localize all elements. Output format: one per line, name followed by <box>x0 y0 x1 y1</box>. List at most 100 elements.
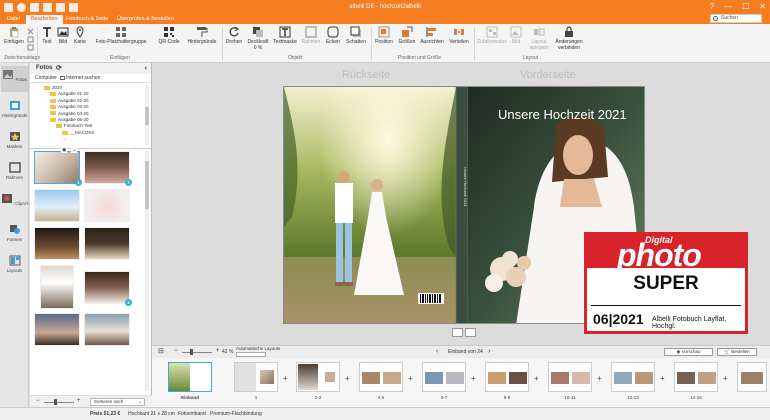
photo-thumbnail[interactable]: 1 <box>84 151 132 186</box>
text-button[interactable]: Text <box>40 26 54 45</box>
collapse-timeline-icon[interactable]: ⊟ <box>158 347 164 355</box>
zoom-out-icon[interactable]: − <box>174 348 178 354</box>
sort-select[interactable]: Sortieren nach ⌄ <box>90 398 145 406</box>
preview-button[interactable]: ◉ Vorschau <box>664 348 713 356</box>
photo-thumbnail[interactable] <box>34 313 80 346</box>
spine-options-button[interactable] <box>465 328 476 337</box>
timeline-page-next[interactable] <box>737 362 767 392</box>
mirror-layout-button[interactable]: Layout spiegeln <box>526 26 552 51</box>
frame-button[interactable]: Rahmen <box>300 26 322 45</box>
folder-icon <box>50 111 56 116</box>
slider-handle[interactable] <box>190 349 193 355</box>
timeline-label: 1 <box>254 395 258 400</box>
timeline-label: 4-5 <box>377 395 385 400</box>
eye-icon[interactable]: ◉ <box>61 147 68 153</box>
add-page-icon[interactable]: + <box>345 374 350 383</box>
photo-thumbnail[interactable] <box>84 189 130 222</box>
photo-thumbnail[interactable] <box>84 227 130 260</box>
auto-layout-toggle[interactable]: Automatische Layouts <box>236 346 280 357</box>
timeline-page-6-7[interactable] <box>422 362 466 392</box>
tool-layouts[interactable]: Layouts <box>1 252 28 278</box>
folder-item[interactable]: … <box>44 136 151 142</box>
photo-placeholder-group-button[interactable]: Foto-Platzhaltergruppe <box>90 26 152 45</box>
tool-shapes[interactable]: Formen <box>1 221 28 247</box>
order-button[interactable]: 🛒 Bestellen <box>717 348 757 356</box>
photo-thumbnail[interactable] <box>40 265 74 309</box>
add-page-icon[interactable]: + <box>597 374 602 383</box>
tool-backgrounds[interactable]: Hintergründe <box>1 97 28 123</box>
add-page-icon[interactable]: + <box>283 374 288 383</box>
close-button[interactable]: ✕ <box>759 2 766 12</box>
layout-image-button[interactable]: Bild <box>509 26 523 45</box>
corners-button[interactable]: Ecken <box>324 26 342 45</box>
tab-datei[interactable]: Datei <box>2 15 25 24</box>
qr-code-button[interactable]: QR-Code <box>155 26 183 45</box>
timeline-page-2-3[interactable] <box>296 362 340 392</box>
add-page-icon[interactable]: + <box>534 374 539 383</box>
tool-frames[interactable]: Rahmen <box>1 159 28 185</box>
clipboard-small-icons[interactable] <box>27 27 35 53</box>
add-page-icon[interactable]: + <box>723 374 728 383</box>
backgrounds-button[interactable]: Hintergründe <box>185 26 219 45</box>
tab-bearbeiten[interactable]: Bearbeiten <box>26 15 63 24</box>
photos-scrollbar[interactable] <box>145 151 149 391</box>
timeline-page-12-13[interactable] <box>611 362 655 392</box>
prev-page-icon[interactable]: ‹ <box>436 348 438 355</box>
add-page-icon[interactable]: + <box>660 374 665 383</box>
tab-fotobuch-seite[interactable]: Fotobuch & Seite <box>61 15 113 24</box>
text-mask-button[interactable]: Textmaske <box>272 26 298 45</box>
align-button[interactable]: Ausrichten <box>419 26 445 45</box>
timeline-page-cover[interactable] <box>168 362 212 392</box>
add-page-icon[interactable]: + <box>408 374 413 383</box>
cover-title[interactable]: Unsere Hochzeit 2021 <box>498 107 627 122</box>
opacity-button[interactable]: Deckkraft 0 % <box>246 26 270 51</box>
photo-thumbnail[interactable] <box>84 313 130 346</box>
photo-thumbnail[interactable]: ◉ ⌄ 1 <box>34 147 82 186</box>
next-page-icon[interactable]: › <box>488 348 490 355</box>
random-mode-button[interactable]: Zufallsmodus <box>477 26 507 45</box>
add-page-icon[interactable]: + <box>471 374 476 383</box>
timeline-page-8-9[interactable] <box>485 362 529 392</box>
spine-text[interactable]: Unsere Hochzeit 2021 <box>456 167 468 237</box>
map-button[interactable]: Karte <box>72 26 88 45</box>
tree-scrollbar[interactable] <box>145 85 149 145</box>
align-icon <box>426 27 436 37</box>
zoom-in-icon[interactable]: + <box>77 398 81 404</box>
help-button[interactable]: ? <box>710 2 714 12</box>
photo-thumbnail[interactable]: 1 <box>84 271 132 306</box>
tool-clipart[interactable]: ClipArt <box>1 190 28 216</box>
image-button[interactable]: Bild <box>56 26 70 45</box>
timeline-page-4-5[interactable] <box>359 362 403 392</box>
distribute-button[interactable]: Verteilen <box>447 26 471 45</box>
swap-pages-button[interactable] <box>452 328 463 337</box>
tab-internet-search[interactable]: Internet suchen <box>60 74 100 83</box>
search-input[interactable]: Suchen <box>710 14 762 23</box>
zoom-value: 42 % <box>222 349 234 355</box>
timeline-page-10-11[interactable] <box>548 362 592 392</box>
zoom-out-icon[interactable]: − <box>36 398 40 404</box>
tab-ueberpruefen-bestellen[interactable]: Überprüfen & Bestellen <box>112 15 179 24</box>
zoom-in-icon[interactable]: + <box>216 348 220 354</box>
tab-computer[interactable]: Computer <box>35 75 57 81</box>
chevron-down-icon[interactable]: ⌄ <box>71 147 78 153</box>
thumb-size-slider[interactable] <box>44 402 74 403</box>
refresh-icon[interactable]: ⟳ <box>56 63 62 74</box>
photo-thumbnail[interactable] <box>34 227 80 260</box>
timeline-zoom-slider[interactable] <box>182 352 212 353</box>
slider-handle[interactable] <box>54 399 57 405</box>
shadow-button[interactable]: Schatten <box>344 26 368 45</box>
timeline-page-14-15[interactable] <box>674 362 718 392</box>
collapse-panel-icon[interactable]: ‹ <box>145 63 147 74</box>
photo-thumbnail[interactable] <box>34 189 80 222</box>
tool-photos[interactable]: Fotos <box>1 66 28 92</box>
position-button[interactable]: Position <box>373 26 395 45</box>
layout-image-icon <box>510 26 522 38</box>
rotate-button[interactable]: Drehen <box>224 26 244 45</box>
sizes-button[interactable]: Größen <box>397 26 417 45</box>
maximize-button[interactable]: ☐ <box>742 2 749 12</box>
lock-changes-button[interactable]: Änderungen verbinden <box>554 26 584 51</box>
tool-masks[interactable]: Masken <box>1 128 28 154</box>
minimize-button[interactable]: — <box>724 2 732 12</box>
paste-button[interactable]: Einfügen <box>4 26 24 45</box>
timeline-page-1[interactable] <box>234 362 278 392</box>
